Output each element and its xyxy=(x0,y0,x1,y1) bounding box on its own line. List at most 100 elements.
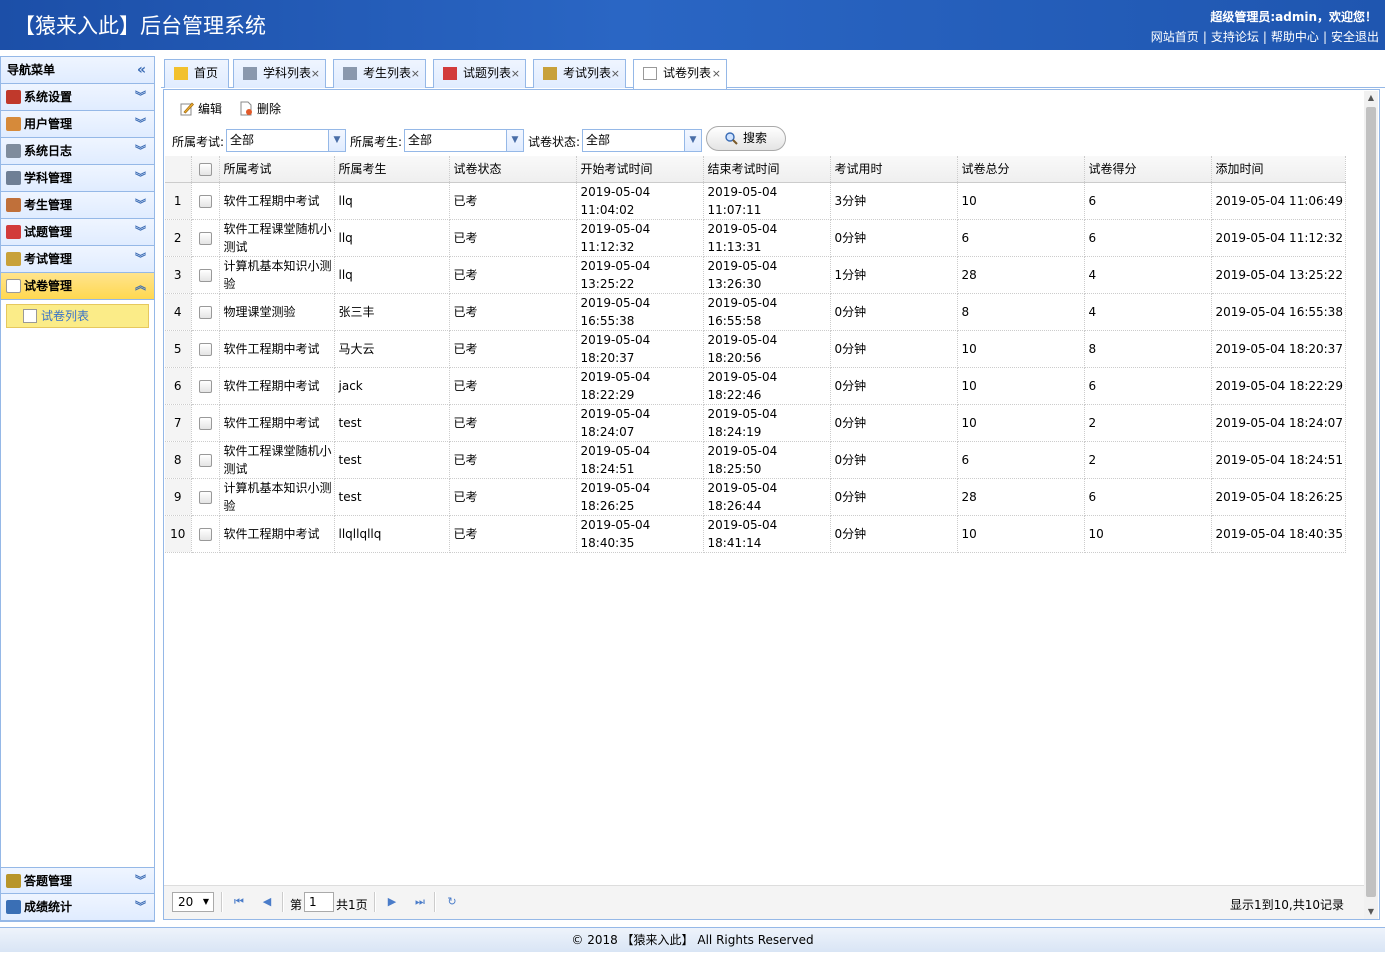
table-row[interactable]: 5 软件工程期中考试 马大云 已考 2019-05-04 18:20:37 2019-05-… xyxy=(165,330,1346,368)
student-filter-select[interactable]: 全部 ▼ xyxy=(404,129,524,152)
refresh-icon[interactable]: ↻ xyxy=(445,895,459,909)
close-icon[interactable]: × xyxy=(311,60,320,87)
link-logout[interactable]: 安全退出 xyxy=(1331,30,1379,44)
cell-end: 2019-05-04 18:20:56 xyxy=(703,330,831,368)
row-number: 3 xyxy=(165,256,192,294)
row-checkbox[interactable] xyxy=(191,404,220,442)
sidebar-item-active[interactable]: 试卷管理 ︽ xyxy=(1,273,154,300)
sidebar-item-section[interactable]: 试题管理 ︾ xyxy=(1,219,154,246)
column-header[interactable]: 试卷得分 xyxy=(1084,156,1212,183)
sidebar-item-section[interactable]: 系统日志 ︾ xyxy=(1,138,154,165)
time-part: 18:25:50 xyxy=(707,461,762,476)
first-page-icon[interactable]: ⏮ xyxy=(232,895,246,909)
bulb-icon xyxy=(174,67,188,80)
close-icon[interactable]: × xyxy=(511,60,520,87)
last-page-icon[interactable]: ⏭ xyxy=(413,895,427,909)
checkbox-icon xyxy=(198,379,212,393)
close-icon[interactable]: × xyxy=(411,60,420,87)
next-page-icon[interactable]: ▶ xyxy=(385,895,399,909)
table-row[interactable]: 7 软件工程期中考试 test 已考 2019-05-04 18:24:07 2019-05… xyxy=(165,404,1346,442)
sidebar-item-section[interactable]: 考生管理 ︾ xyxy=(1,192,154,219)
table-row[interactable]: 10 软件工程期中考试 llqllqllq 已考 2019-05-04 18:40:35 2… xyxy=(165,515,1346,553)
sidebar-item-label: 试卷列表 xyxy=(41,309,90,323)
edit-button[interactable]: 编辑 xyxy=(178,100,222,118)
status-filter-select[interactable]: 全部 ▼ xyxy=(582,129,702,152)
tab-4[interactable]: 试题列表 × xyxy=(433,59,526,88)
link-site-home[interactable]: 网站首页 xyxy=(1151,30,1199,44)
welcome-text: 超级管理员:admin，欢迎您！ xyxy=(1210,10,1377,24)
sidebar-item-paper-list[interactable]: 试卷列表 xyxy=(6,304,149,328)
row-checkbox[interactable] xyxy=(191,330,220,368)
cell-start: 2019-05-04 11:04:02 xyxy=(576,182,704,220)
sidebar-item-section[interactable]: 答题管理 ︾ xyxy=(1,867,154,894)
checkbox-icon xyxy=(198,162,212,176)
scroll-up-icon[interactable]: ▲ xyxy=(1364,91,1378,105)
exam-filter-select[interactable]: 全部 ▼ xyxy=(226,129,346,152)
sidebar-item-section[interactable]: 系统设置 ︾ xyxy=(1,84,154,111)
column-header[interactable]: 试卷总分 xyxy=(957,156,1085,183)
table-row[interactable]: 1 软件工程期中考试 llq 已考 2019-05-04 11:04:02 2019-05-… xyxy=(165,182,1346,220)
table-row[interactable]: 6 软件工程期中考试 jack 已考 2019-05-04 18:22:29 2019-05… xyxy=(165,367,1346,405)
close-icon[interactable]: × xyxy=(611,60,620,87)
column-header[interactable]: 所属考试 xyxy=(219,156,335,183)
row-checkbox[interactable] xyxy=(191,478,220,516)
page-number-input[interactable]: 1 xyxy=(304,892,334,912)
row-checkbox[interactable] xyxy=(191,256,220,294)
row-checkbox[interactable] xyxy=(191,182,220,220)
row-checkbox[interactable] xyxy=(191,293,220,331)
table-row[interactable]: 3 计算机基本知识小测验 llq 已考 2019-05-04 13:25:22 2019-0… xyxy=(165,256,1346,294)
cell-total: 10 xyxy=(957,515,1085,553)
column-header[interactable]: 开始考试时间 xyxy=(576,156,704,183)
page-prefix: 第 xyxy=(290,898,303,912)
select-all-checkbox[interactable] xyxy=(191,156,220,183)
link-separator: | xyxy=(1262,30,1267,44)
date-part: 2019-05-04 xyxy=(707,184,778,199)
cell-status: 已考 xyxy=(449,404,577,442)
cell-start: 2019-05-04 18:24:51 xyxy=(576,441,704,479)
search-button[interactable]: 搜索 xyxy=(706,126,786,151)
cell-score: 6 xyxy=(1084,478,1212,516)
table-row[interactable]: 9 计算机基本知识小测验 test 已考 2019-05-04 18:26:25 2019-… xyxy=(165,478,1346,516)
cell-student: llq xyxy=(334,256,450,294)
row-checkbox[interactable] xyxy=(191,515,220,553)
tab-5[interactable]: 考试列表 × xyxy=(533,59,626,88)
table-row[interactable]: 4 物理课堂测验 张三丰 已考 2019-05-04 16:55:38 2019-05-04… xyxy=(165,293,1346,331)
sidebar-item-section[interactable]: 成绩统计 ︾ xyxy=(1,894,154,921)
tab-3[interactable]: 考生列表 × xyxy=(333,59,426,88)
tab-2[interactable]: 学科列表 × xyxy=(233,59,326,88)
cell-added: 2019-05-04 11:06:49 xyxy=(1211,182,1346,220)
link-help[interactable]: 帮助中心 xyxy=(1271,30,1319,44)
date-part: 2019-05-04 xyxy=(707,443,778,458)
cell-duration: 0分钟 xyxy=(830,367,958,405)
page-size-select[interactable]: 20 ▼ xyxy=(172,892,214,912)
table-row[interactable]: 2 软件工程课堂随机小测试 llq 已考 2019-05-04 11:12:32 2019-… xyxy=(165,219,1346,257)
sidebar-item-label: 系统日志 xyxy=(24,144,73,158)
header-links: 网站首页 | 支持论坛 | 帮助中心 | 安全退出 xyxy=(1151,28,1379,45)
time-part: 18:20:37 xyxy=(580,350,635,365)
column-header[interactable]: 试卷状态 xyxy=(449,156,577,183)
row-checkbox[interactable] xyxy=(191,367,220,405)
column-header[interactable]: 结束考试时间 xyxy=(703,156,831,183)
cell-student: jack xyxy=(334,367,450,405)
sidebar-item-section[interactable]: 学科管理 ︾ xyxy=(1,165,154,192)
search-icon xyxy=(725,132,738,145)
prev-page-icon[interactable]: ◀ xyxy=(260,895,274,909)
column-header[interactable]: 添加时间 xyxy=(1211,156,1346,183)
link-forum[interactable]: 支持论坛 xyxy=(1211,30,1259,44)
column-header[interactable]: 考试用时 xyxy=(830,156,958,183)
cell-score: 6 xyxy=(1084,367,1212,405)
scrollbar-thumb[interactable] xyxy=(1366,107,1376,897)
collapse-sidebar-icon[interactable]: « xyxy=(137,57,146,84)
sidebar-item-section[interactable]: 用户管理 ︾ xyxy=(1,111,154,138)
vertical-scrollbar[interactable]: ▲ ▼ xyxy=(1364,91,1378,919)
table-row[interactable]: 8 软件工程课堂随机小测试 test 已考 2019-05-04 18:24:51 2019… xyxy=(165,441,1346,479)
delete-button[interactable]: 删除 xyxy=(237,100,281,118)
tab-1[interactable]: 首页 xyxy=(164,59,229,88)
close-icon[interactable]: × xyxy=(712,60,721,87)
column-header[interactable]: 所属考生 xyxy=(334,156,450,183)
row-checkbox[interactable] xyxy=(191,219,220,257)
scroll-down-icon[interactable]: ▼ xyxy=(1364,905,1378,919)
sidebar-item-section[interactable]: 考试管理 ︾ xyxy=(1,246,154,273)
tab-6[interactable]: 试卷列表 × xyxy=(633,59,727,89)
row-checkbox[interactable] xyxy=(191,441,220,479)
